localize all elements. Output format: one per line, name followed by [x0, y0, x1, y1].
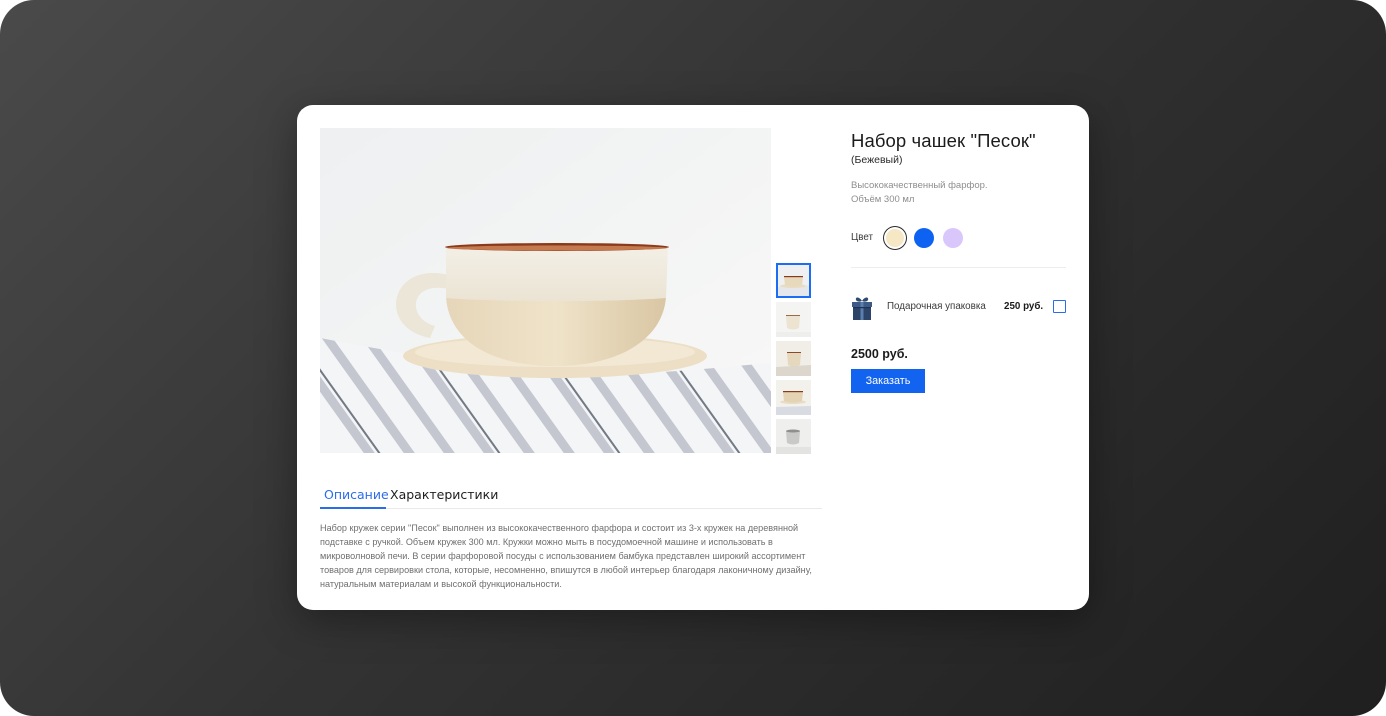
product-spec-material: Высококачественный фарфор.: [851, 180, 988, 191]
color-swatch-blue[interactable]: [914, 228, 934, 248]
product-description: Набор кружек серии "Песок" выполнен из в…: [320, 523, 812, 589]
color-swatch-beige[interactable]: [886, 229, 904, 247]
thumbnail-cup-side-view[interactable]: [776, 263, 811, 298]
color-swatch-lavender[interactable]: [943, 228, 963, 248]
thumbnail-cup-grey[interactable]: [776, 419, 811, 454]
product-card: Описание Характеристики Набор кружек сер…: [297, 105, 1089, 610]
active-tab-indicator: [320, 507, 386, 509]
thumbnail-cups-stack[interactable]: [776, 380, 811, 415]
section-divider: [851, 267, 1066, 268]
backdrop: Описание Характеристики Набор кружек сер…: [0, 0, 1386, 716]
thumbnail-cup-front-view[interactable]: [776, 302, 811, 337]
gift-wrap-label: Подарочная упаковка: [887, 301, 986, 312]
product-title: Набор чашек "Песок": [851, 130, 1036, 151]
color-label: Цвет: [851, 232, 873, 243]
product-price: 2500 руб.: [851, 347, 908, 361]
order-button[interactable]: Заказать: [851, 369, 925, 393]
tab-characteristics[interactable]: Характеристики: [390, 487, 498, 502]
tab-description[interactable]: Описание: [324, 487, 389, 502]
gift-box-icon: [852, 297, 872, 320]
gift-wrap-price: 250 руб.: [1004, 301, 1044, 312]
thumbnail-cup-on-fabric[interactable]: [776, 341, 811, 376]
gift-wrap-checkbox[interactable]: [1053, 300, 1066, 313]
product-tabs: Описание Характеристики: [320, 483, 822, 509]
main-product-photo: [320, 128, 771, 453]
product-spec-volume: Объём 300 мл: [851, 194, 915, 205]
product-variant: (Бежевый): [851, 154, 903, 166]
